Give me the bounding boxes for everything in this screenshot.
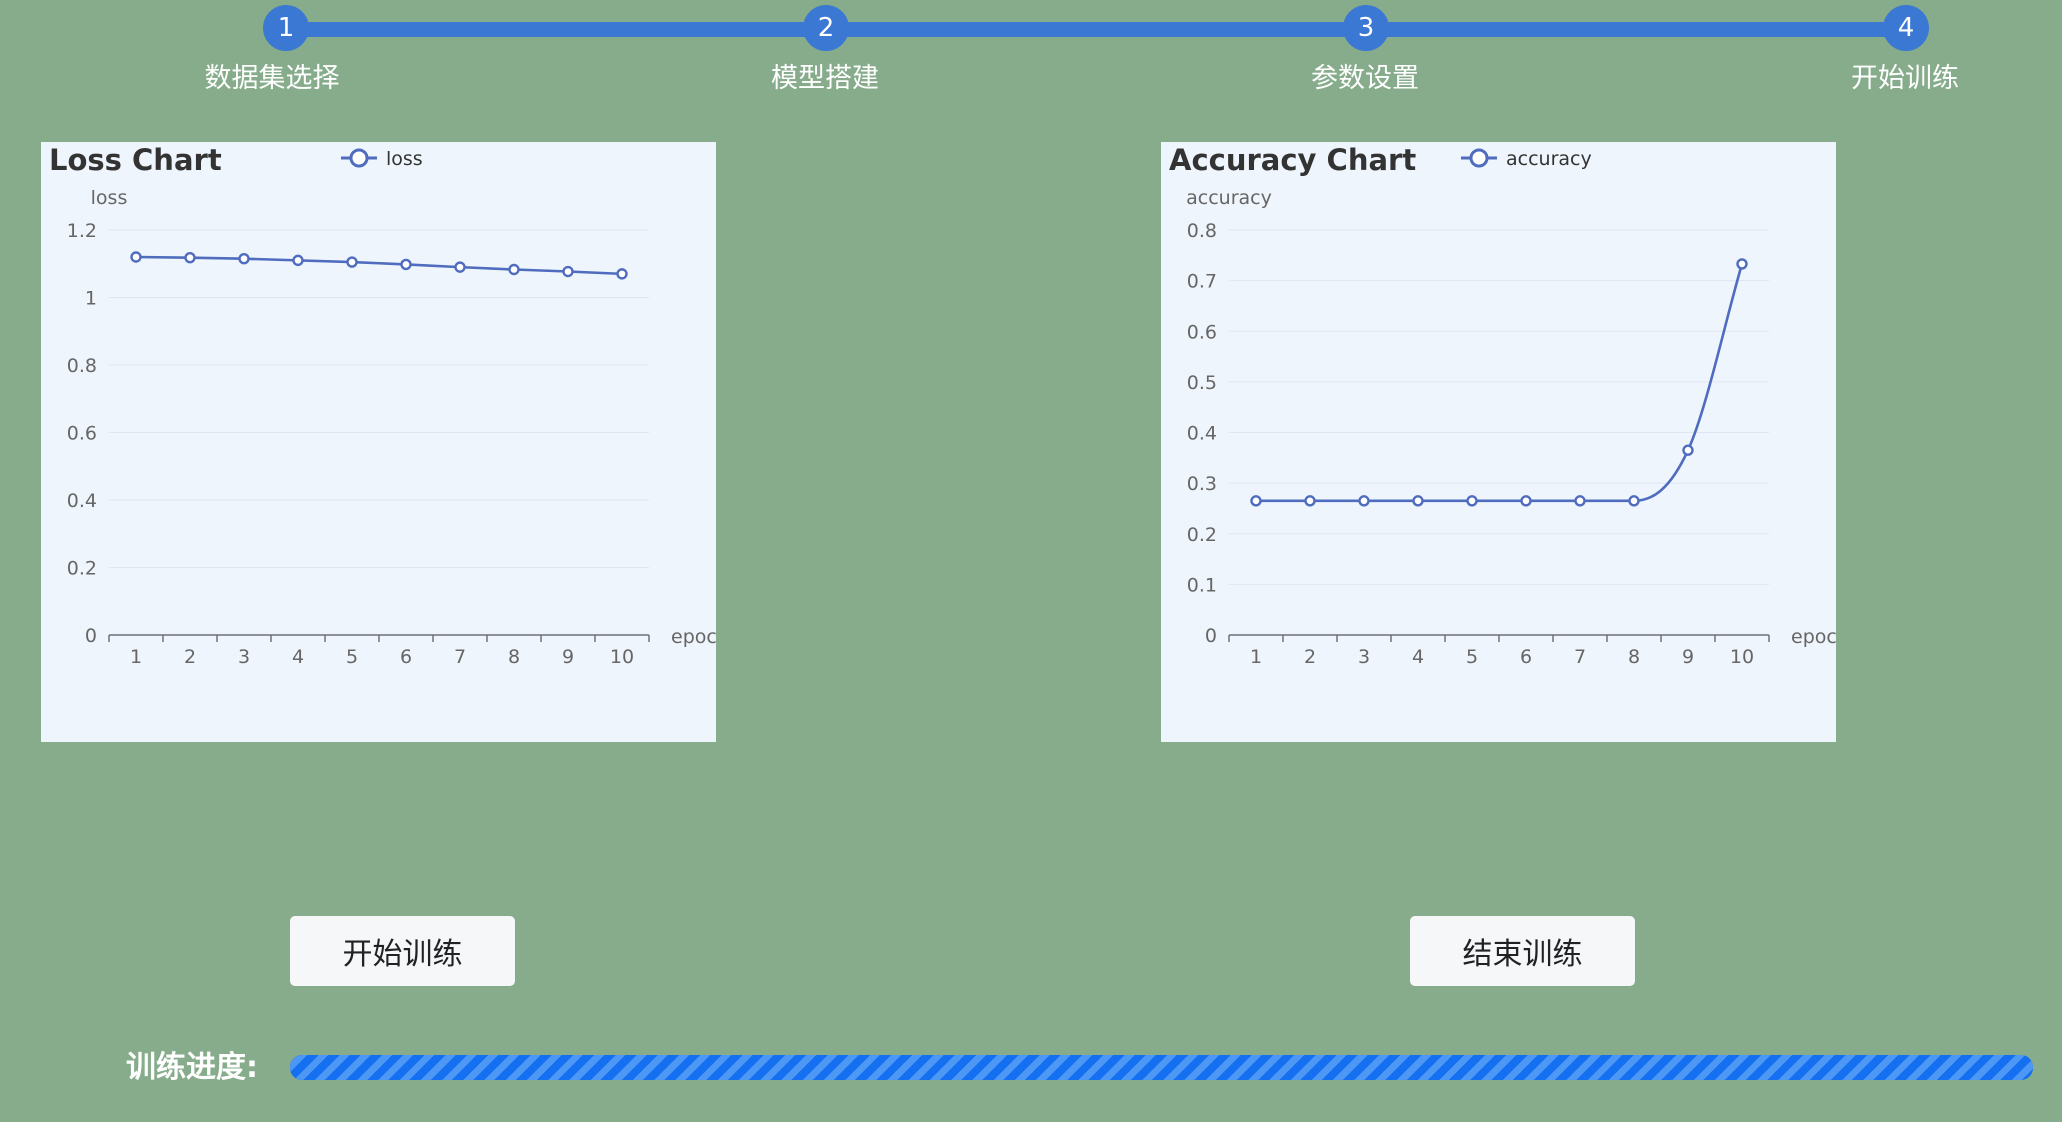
- data-point: [616, 268, 628, 280]
- x-tick-label: 4: [1412, 646, 1424, 668]
- x-tick-label: 7: [454, 646, 466, 668]
- y-tick-label: 0.2: [67, 558, 97, 580]
- x-tick-label: 10: [1730, 646, 1754, 668]
- x-tick-label: 4: [292, 646, 304, 668]
- step-3-label: 参数设置: [1311, 63, 1419, 94]
- step-4-badge[interactable]: 4: [1883, 5, 1929, 51]
- data-point: [562, 265, 574, 278]
- data-point: [1736, 258, 1748, 270]
- y-tick-label: 0.6: [1187, 321, 1217, 343]
- series-line: [1256, 263, 1744, 503]
- data-point: [1466, 495, 1478, 507]
- x-tick-label: 3: [238, 646, 250, 668]
- accuracy-chart-svg: Accuracy Chart accuracy accuracy 0 0.1 0.2 0.3…: [1169, 143, 1836, 668]
- data-point: [508, 263, 520, 276]
- x-tick-label: 2: [184, 646, 196, 668]
- loss-chart-svg: Loss Chart loss loss 0 0.2 0.4 0.6 0.8 1 1.2 1 2 3 4 5…: [49, 143, 716, 668]
- data-point: [1304, 495, 1316, 507]
- x-tick-label: 5: [1466, 646, 1478, 668]
- accuracy-chart: Accuracy Chart accuracy accuracy 0 0.1 0.2 0.3…: [1161, 142, 1836, 742]
- y-axis-name: accuracy: [1186, 187, 1272, 209]
- x-tick-label: 6: [400, 646, 412, 668]
- legend-label: accuracy: [1506, 148, 1592, 170]
- data-point: [238, 252, 250, 265]
- start-training-button[interactable]: 开始训练: [290, 916, 515, 986]
- data-point: [130, 251, 142, 263]
- step-2-label: 模型搭建: [771, 63, 879, 94]
- y-tick-label: 1.2: [67, 220, 97, 242]
- y-tick-label: 0.3: [1187, 473, 1217, 495]
- step-4-label: 开始训练: [1851, 63, 1959, 94]
- x-axis-name: epoch: [1791, 626, 1836, 648]
- x-tick-label: 3: [1358, 646, 1370, 668]
- data-point: [1358, 495, 1370, 507]
- data-point: [1412, 495, 1424, 507]
- x-tick-label: 9: [562, 646, 574, 668]
- x-tick-label: 8: [508, 646, 520, 668]
- step-2-badge[interactable]: 2: [803, 5, 849, 51]
- training-progress-bar: [290, 1055, 2033, 1080]
- y-tick-label: 0.1: [1187, 574, 1217, 596]
- data-point: [292, 254, 304, 267]
- loss-chart: Loss Chart loss loss 0 0.2 0.4 0.6 0.8 1 1.2 1 2 3 4 5…: [41, 142, 716, 742]
- chart-title: Loss Chart: [49, 143, 222, 177]
- data-point: [346, 256, 358, 268]
- x-tick-label: 6: [1520, 646, 1532, 668]
- y-tick-label: 0.4: [1187, 423, 1217, 445]
- y-tick-label: 0.5: [1187, 372, 1217, 394]
- step-1-label: 数据集选择: [204, 63, 340, 94]
- progress-label: 训练进度:: [126, 1050, 258, 1085]
- x-tick-label: 1: [1250, 646, 1262, 668]
- stop-training-button[interactable]: 结束训练: [1410, 916, 1635, 986]
- chart-title: Accuracy Chart: [1169, 143, 1416, 177]
- x-tick-label: 2: [1304, 646, 1316, 668]
- step-1-badge[interactable]: 1: [263, 5, 309, 51]
- series-line: [135, 255, 623, 276]
- x-tick-label: 1: [130, 646, 142, 668]
- y-tick-label: 0.7: [1187, 271, 1217, 293]
- x-tick-label: 9: [1682, 646, 1694, 668]
- x-tick-label: 8: [1628, 646, 1640, 668]
- y-tick-label: 0.6: [67, 423, 97, 445]
- data-point: [1250, 495, 1262, 507]
- x-axis-name: epoch: [671, 626, 716, 648]
- y-tick-label: 0.8: [67, 355, 97, 377]
- training-stepper: 1 2 3 4 数据集选择 模型搭建 参数设置 开始训练: [0, 0, 2062, 110]
- x-tick-label: 7: [1574, 646, 1586, 668]
- y-tick-label: 0: [1205, 625, 1217, 647]
- y-tick-label: 0: [85, 625, 97, 647]
- data-point: [454, 261, 466, 273]
- legend-label: loss: [386, 148, 423, 170]
- y-tick-label: 0.4: [67, 490, 97, 512]
- data-point: [400, 258, 412, 271]
- legend-marker: [349, 148, 369, 168]
- data-point: [1574, 495, 1586, 507]
- y-axis-name: loss: [91, 187, 128, 209]
- data-point: [1682, 444, 1694, 456]
- data-point: [1628, 495, 1640, 507]
- data-point: [1520, 495, 1532, 507]
- progress-fill: [290, 1055, 2033, 1080]
- y-tick-label: 0.8: [1187, 220, 1217, 242]
- y-tick-label: 1: [85, 288, 97, 310]
- step-3-badge[interactable]: 3: [1343, 5, 1389, 51]
- stepper-connector: [286, 22, 1908, 37]
- data-point: [184, 251, 196, 264]
- x-tick-label: 5: [346, 646, 358, 668]
- y-tick-label: 0.2: [1187, 524, 1217, 546]
- legend-marker: [1469, 148, 1489, 168]
- x-tick-label: 10: [610, 646, 634, 668]
